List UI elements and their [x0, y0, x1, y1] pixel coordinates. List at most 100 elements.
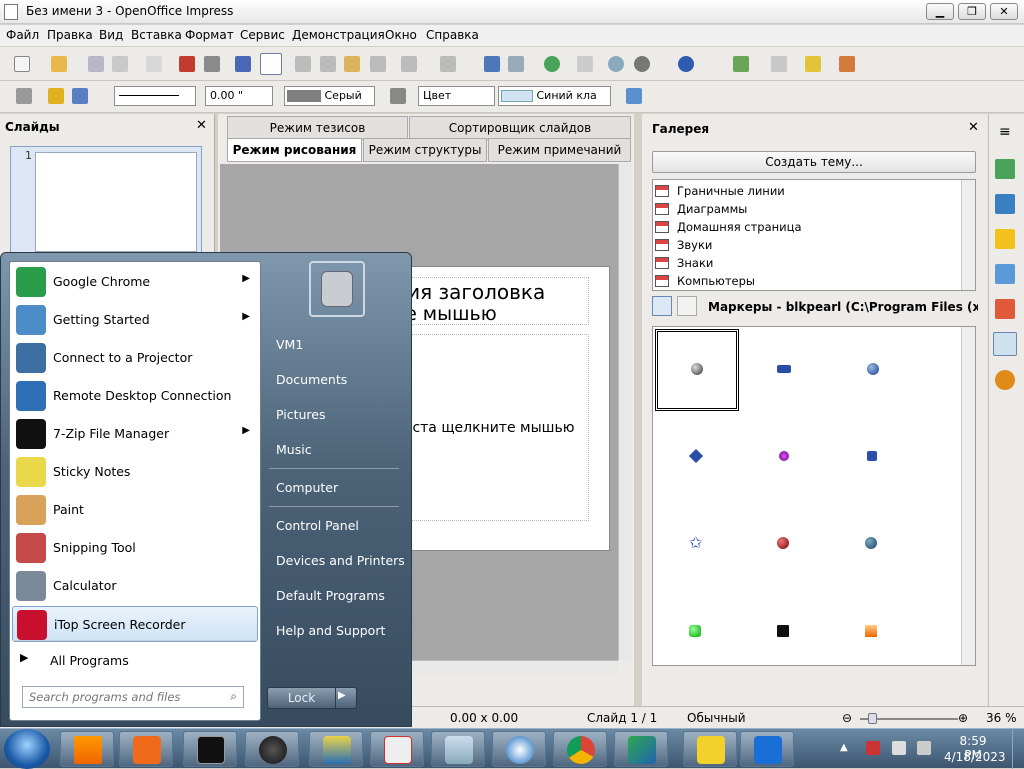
gallery-item[interactable] [689, 625, 701, 637]
slide-transition-icon[interactable] [995, 264, 1015, 284]
search-input[interactable]: Search programs and files [29, 690, 180, 704]
zoom-slider-thumb[interactable] [868, 713, 877, 724]
taskbar-openoffice[interactable] [492, 731, 546, 767]
theme-list-item[interactable]: Знаки [655, 254, 955, 272]
gallery-tab-icon[interactable] [993, 332, 1017, 356]
slides-pane-close-icon[interactable]: ✕ [196, 118, 207, 133]
tab-slide-sorter[interactable]: Сортировщик слайдов [409, 116, 631, 140]
menu-slideshow[interactable]: Демонстрация [292, 28, 385, 42]
edit-file-icon[interactable] [146, 56, 162, 72]
start-right-default-programs[interactable]: Default Programs [276, 588, 385, 603]
gallery-close-icon[interactable]: ✕ [968, 120, 979, 135]
gallery-item[interactable] [779, 451, 789, 461]
menu-tools[interactable]: Сервис [240, 28, 285, 42]
shadow-icon[interactable] [626, 88, 642, 104]
create-theme-button[interactable]: Создать тему... [652, 151, 976, 173]
slide-layout-icon[interactable] [805, 56, 821, 72]
copy-icon[interactable] [320, 56, 336, 72]
theme-list-item[interactable]: Диаграммы [655, 200, 955, 218]
taskbar-help[interactable] [683, 731, 737, 767]
gallery-scrollbar[interactable] [961, 327, 975, 665]
icon-view-button[interactable] [652, 296, 672, 316]
paste-icon[interactable] [344, 56, 360, 72]
tray-flag-icon[interactable] [866, 741, 880, 755]
save-icon[interactable] [88, 56, 104, 72]
taskbar-checker[interactable] [309, 731, 363, 767]
minimize-button[interactable]: ▁ [926, 3, 954, 20]
navigator-icon[interactable] [608, 56, 624, 72]
menu-view[interactable]: Вид [99, 28, 123, 42]
gallery-item[interactable] [867, 451, 877, 461]
fontwork-icon[interactable] [544, 56, 560, 72]
zoom-in-icon[interactable]: ⊕ [958, 711, 968, 725]
zoom-out-icon[interactable]: ⊖ [842, 711, 852, 725]
theme-list-item[interactable]: Домашняя страница [655, 218, 955, 236]
gallery-item[interactable] [865, 625, 877, 637]
slide-design-icon[interactable] [771, 56, 787, 72]
master-slides-icon[interactable] [995, 194, 1015, 214]
clock-date[interactable]: 4/18/2023 [944, 750, 1006, 764]
start-program-item[interactable]: Google Chrome ▶ [12, 264, 258, 300]
start-button[interactable] [4, 729, 50, 769]
grid-icon[interactable] [577, 56, 593, 72]
gallery-item[interactable] [865, 537, 877, 549]
taskbar-security[interactable] [245, 731, 299, 767]
area-style-select[interactable]: Цвет [418, 86, 495, 106]
taskbar-vlc[interactable] [60, 731, 114, 767]
menu-help[interactable]: Справка [426, 28, 479, 42]
line-color-select[interactable]: Серый [284, 86, 375, 106]
zoom-icon[interactable] [634, 56, 650, 72]
area-color-select[interactable]: Синий кла [498, 86, 611, 106]
start-right-pictures[interactable]: Pictures [276, 407, 326, 422]
start-right-help-support[interactable]: Help and Support [276, 623, 385, 638]
properties-icon[interactable] [995, 159, 1015, 179]
autospellcheck-icon[interactable] [260, 53, 282, 75]
user-avatar[interactable] [309, 261, 365, 317]
styles-icon[interactable] [995, 299, 1015, 319]
menu-edit[interactable]: Правка [47, 28, 93, 42]
animation-icon[interactable] [995, 229, 1015, 249]
gallery-item[interactable] [688, 448, 704, 464]
line-style-select[interactable] [114, 86, 196, 106]
print-icon[interactable] [204, 56, 220, 72]
close-button[interactable]: ✕ [990, 3, 1018, 20]
tray-expand-icon[interactable]: ▲ [840, 742, 848, 753]
submenu-arrow-icon[interactable]: ▶ [242, 311, 250, 322]
menu-window[interactable]: Окно [385, 28, 417, 42]
vertical-scrollbar[interactable] [618, 164, 632, 660]
arrow-style-icon[interactable] [48, 88, 64, 104]
start-right-vm1[interactable]: VM1 [276, 337, 303, 352]
start-program-item[interactable]: Sticky Notes [12, 454, 258, 490]
taskbar-xampp[interactable] [119, 731, 173, 767]
table-icon[interactable] [508, 56, 524, 72]
search-box[interactable]: Search programs and files ⌕ [22, 686, 244, 708]
gallery-item[interactable] [691, 363, 703, 375]
tray-network-icon[interactable] [892, 741, 906, 755]
slide-icon[interactable] [733, 56, 749, 72]
line-ends-icon[interactable] [72, 88, 88, 104]
area-icon[interactable] [390, 88, 406, 104]
tab-outline[interactable]: Режим тезисов [227, 116, 408, 140]
start-program-item[interactable]: iTop Screen Recorder [12, 606, 258, 642]
start-program-item[interactable]: Getting Started ▶ [12, 302, 258, 338]
new-icon[interactable] [14, 56, 30, 72]
start-right-devices-printers[interactable]: Devices and Printers [276, 553, 405, 568]
tray-volume-icon[interactable] [917, 741, 931, 755]
theme-list[interactable]: Граничные линии Диаграммы Домашняя страниц… [652, 179, 976, 291]
menu-insert[interactable]: Вставка [131, 28, 182, 42]
tab-notes[interactable]: Режим примечаний [488, 138, 631, 162]
cut-icon[interactable] [295, 56, 311, 72]
format-paintbrush-icon[interactable] [370, 56, 386, 72]
submenu-arrow-icon[interactable]: ▶ [242, 425, 250, 436]
start-program-item[interactable]: 7-Zip File Manager ▶ [12, 416, 258, 452]
line-style-icon[interactable] [16, 88, 32, 104]
taskbar-chrome[interactable] [553, 731, 607, 767]
maximize-button[interactable]: ❐ [958, 3, 986, 20]
menu-file[interactable]: Файл [6, 28, 39, 42]
start-right-music[interactable]: Music [276, 442, 312, 457]
start-program-item[interactable]: Snipping Tool [12, 530, 258, 566]
gallery-item-star[interactable]: ✩ [689, 535, 705, 551]
taskbar-app[interactable] [740, 731, 794, 767]
spellcheck-icon[interactable] [235, 56, 251, 72]
redo-icon[interactable] [440, 56, 456, 72]
